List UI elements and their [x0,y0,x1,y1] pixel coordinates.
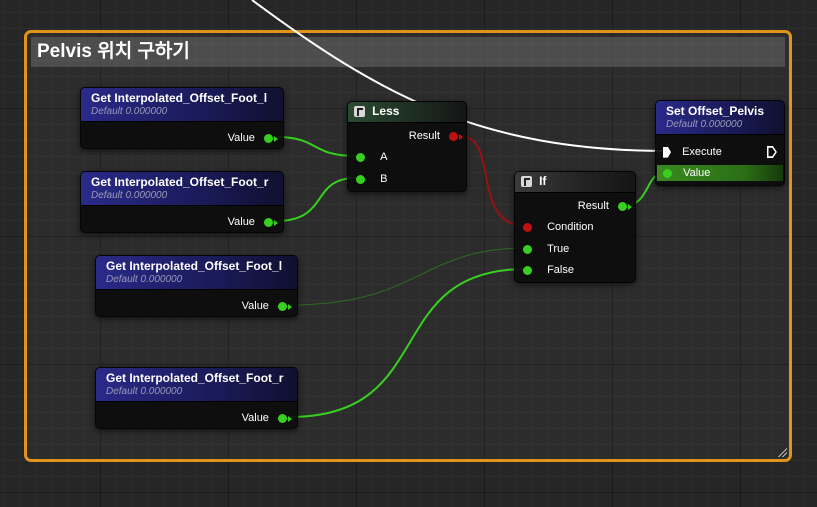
get-node-foot-l-1[interactable]: Get Interpolated_Offset_Foot_l Default 0… [80,87,284,149]
pin-label: A [380,151,388,164]
set-offset-pelvis-node[interactable]: Set Offset_Pelvis Default 0.000000 Execu… [655,100,785,186]
output-pin-row: Value [227,130,278,146]
float-pin-icon[interactable] [278,301,292,311]
output-pin-row: Value [227,214,278,230]
node-header: Less [348,102,466,123]
float-pin-icon[interactable] [523,265,532,275]
exec-pin-icon[interactable] [663,146,671,158]
float-pin-icon[interactable] [663,168,672,178]
node-title: Get Interpolated_Offset_Foot_r [91,175,269,189]
input-pin-row: Condition [523,219,594,235]
node-header: Get Interpolated_Offset_Foot_l Default 0… [81,88,283,122]
node-header: Get Interpolated_Offset_Foot_r Default 0… [96,368,297,402]
float-pin-icon[interactable] [264,133,278,143]
pin-label: Execute [682,146,722,159]
exec-out-pin-icon[interactable] [767,146,777,158]
node-subtitle: Default 0.000000 [91,106,168,117]
float-pin-icon[interactable] [356,174,365,184]
pin-label: Result [408,130,440,143]
node-header: Get Interpolated_Offset_Foot_r Default 0… [81,172,283,206]
pin-label: Value [227,216,255,229]
node-title: Less [372,104,400,118]
pin-label: False [547,264,574,277]
pin-label: Condition [547,221,594,234]
node-title: Set Offset_Pelvis [666,104,765,118]
node-header: Get Interpolated_Offset_Foot_l Default 0… [96,256,297,290]
node-title: If [539,174,547,188]
exec-pin-row: Execute [663,144,777,160]
pin-label: True [547,243,570,256]
resize-handle-icon[interactable] [777,447,787,457]
node-subtitle: Default 0.000000 [106,274,183,285]
pin-label: B [380,173,388,186]
node-subtitle: Default 0.000000 [666,119,743,130]
node-title: Get Interpolated_Offset_Foot_l [91,91,268,105]
output-pin-row: Result [577,198,632,214]
pin-label: Value [241,300,269,313]
get-node-foot-r-2[interactable]: Get Interpolated_Offset_Foot_r Default 0… [95,367,298,429]
function-icon [354,105,365,117]
get-node-foot-l-2[interactable]: Get Interpolated_Offset_Foot_l Default 0… [95,255,298,317]
bool-pin-icon[interactable] [449,131,463,141]
comment-title[interactable]: Pelvis 위치 구하기 [31,37,785,67]
function-icon [521,175,532,187]
float-pin-icon[interactable] [356,152,365,162]
node-title: Get Interpolated_Offset_Foot_r [106,371,284,385]
output-pin-row: Value [241,298,292,314]
input-pin-row: Value [657,165,783,181]
pin-label: Value [241,412,269,425]
output-pin-row: Value [241,410,292,426]
float-pin-icon[interactable] [523,244,532,254]
node-header: Set Offset_Pelvis Default 0.000000 [656,101,784,135]
get-node-foot-r-1[interactable]: Get Interpolated_Offset_Foot_r Default 0… [80,171,284,233]
output-pin-row: Result [408,128,463,144]
float-pin-icon[interactable] [278,413,292,423]
float-pin-icon[interactable] [264,217,278,227]
input-pin-row: B [356,171,387,187]
node-title: Get Interpolated_Offset_Foot_l [106,259,283,273]
node-header: If [515,172,635,193]
bool-pin-icon[interactable] [523,222,532,232]
pin-label: Value [683,167,711,180]
node-subtitle: Default 0.000000 [106,386,183,397]
if-node[interactable]: If Result Condition True False [514,171,636,283]
float-pin-icon[interactable] [618,201,632,211]
input-pin-row: A [356,149,387,165]
pin-label: Result [577,200,609,213]
input-pin-row: True [523,241,569,257]
less-node[interactable]: Less Result A B [347,101,467,192]
node-subtitle: Default 0.000000 [91,190,168,201]
pin-label: Value [227,132,255,145]
input-pin-row: False [523,262,574,278]
